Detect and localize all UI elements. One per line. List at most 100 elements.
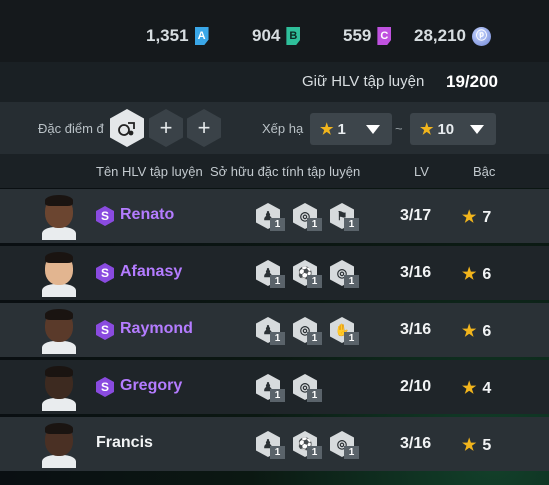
- trait-level: 1: [307, 275, 322, 288]
- plus-icon: +: [197, 115, 211, 140]
- coach-name: Gregory: [120, 377, 183, 394]
- column-header-lv[interactable]: LV: [414, 164, 429, 179]
- coach-rank: ★ 6: [462, 264, 491, 284]
- add-trait-filter-button-1[interactable]: +: [149, 109, 183, 147]
- special-coach-icon: S: [96, 320, 114, 340]
- currency-c-value: 559: [343, 26, 372, 45]
- coach-level: 3/16: [400, 264, 432, 281]
- trait-badge[interactable]: ♟ 1: [256, 317, 285, 345]
- avatar: [42, 308, 76, 354]
- avatar: [42, 194, 76, 240]
- coach-level: 2/10: [400, 378, 432, 395]
- avatar: [42, 365, 76, 411]
- rank-filter-label: Xếp hạ: [262, 121, 304, 136]
- coach-rank-value: 6: [482, 266, 492, 283]
- trait-level: 1: [307, 332, 322, 345]
- trait-badge[interactable]: ✋ 1: [330, 317, 359, 345]
- trait-level: 1: [344, 275, 359, 288]
- star-icon: ★: [462, 437, 477, 454]
- star-icon: ★: [462, 266, 477, 283]
- table-row[interactable]: S Renato ♟ 1 ◎ 1 ⚑ 1 3/17 ★ 7: [0, 189, 549, 243]
- coach-rank-value: 6: [482, 323, 492, 340]
- trait-level: 1: [344, 218, 359, 231]
- avatar: [42, 251, 76, 297]
- trait-badge[interactable]: ♟ 1: [256, 374, 285, 402]
- currency-points: 28,210 ⓟ: [414, 26, 491, 46]
- table-row[interactable]: Francis ♟ 1 ⚽ 1 ◎ 1 3/16 ★ 5: [0, 417, 549, 471]
- coach-rank: ★ 7: [462, 207, 491, 227]
- special-coach-icon: S: [96, 206, 114, 226]
- coach-level: 3/16: [400, 435, 432, 452]
- column-header-name[interactable]: Tên HLV tập luyện: [96, 164, 203, 179]
- table-header: Tên HLV tập luyện Sở hữu đặc tính tập lu…: [0, 154, 549, 188]
- table-row[interactable]: S Afanasy ♟ 1 ⚽ 1 ◎ 1 3/16 ★ 6: [0, 246, 549, 300]
- trait-level: 1: [344, 446, 359, 459]
- currency-b: 904 B: [252, 26, 301, 46]
- coach-level: 3/16: [400, 321, 432, 338]
- coach-name: Afanasy: [120, 263, 183, 280]
- trait-badge[interactable]: ◎ 1: [330, 260, 359, 288]
- trait-badge[interactable]: ♟ 1: [256, 431, 285, 459]
- avatar: [42, 422, 76, 468]
- trait-badge[interactable]: ◎ 1: [293, 203, 322, 231]
- trait-level: 1: [270, 218, 285, 231]
- currency-c: 559 C: [343, 26, 392, 46]
- coach-name: Raymond: [120, 320, 193, 337]
- trait-level: 1: [307, 389, 322, 402]
- trait-badge[interactable]: ♟ 1: [256, 260, 285, 288]
- trait-level: 1: [270, 389, 285, 402]
- coach-capacity-label: Giữ HLV tập luyện: [302, 73, 425, 90]
- star-icon: ★: [462, 323, 477, 340]
- coin-icon: ⓟ: [472, 26, 491, 46]
- coach-capacity-bar: Giữ HLV tập luyện 19/200: [0, 62, 549, 102]
- add-trait-filter-button-2[interactable]: +: [187, 109, 221, 147]
- trait-badge[interactable]: ♟ 1: [256, 203, 285, 231]
- currency-a: 1,351 A: [146, 26, 209, 46]
- coach-rank-value: 7: [482, 209, 492, 226]
- currency-b-badge-icon: B: [286, 27, 301, 45]
- table-row[interactable]: S Raymond ♟ 1 ◎ 1 ✋ 1 3/16 ★ 6: [0, 303, 549, 357]
- coach-level: 3/17: [400, 207, 432, 224]
- rank-to-value: 10: [437, 120, 455, 138]
- trait-badge[interactable]: ◎ 1: [293, 317, 322, 345]
- column-header-rank[interactable]: Bậc: [473, 164, 495, 179]
- currency-bar: 1,351 A 904 B 559 C 28,210 ⓟ: [0, 0, 549, 62]
- selected-trait-filter[interactable]: [110, 109, 144, 147]
- star-icon: ★: [320, 121, 334, 138]
- trait-badge[interactable]: ◎ 1: [330, 431, 359, 459]
- trait-badge[interactable]: ◎ 1: [293, 374, 322, 402]
- coach-rank: ★ 4: [462, 378, 491, 398]
- plus-icon: +: [159, 115, 173, 140]
- trait-badge[interactable]: ⚽ 1: [293, 431, 322, 459]
- filter-bar: Đặc điểm đ + + Xếp hạ ★ 1 ~ ★ 10: [0, 102, 549, 154]
- rank-from-value: 1: [337, 120, 346, 138]
- range-separator: ~: [395, 121, 403, 136]
- coach-rank: ★ 5: [462, 435, 491, 455]
- coach-capacity-count: 19/200: [446, 72, 498, 91]
- chevron-down-icon: [366, 125, 380, 134]
- trait-level: 1: [270, 446, 285, 459]
- coach-rank-value: 5: [482, 437, 492, 454]
- trait-badge[interactable]: ⚽ 1: [293, 260, 322, 288]
- rank-from-dropdown[interactable]: ★ 1: [310, 113, 392, 145]
- trait-badge[interactable]: ⚑ 1: [330, 203, 359, 231]
- trait-level: 1: [270, 332, 285, 345]
- star-icon: ★: [462, 209, 477, 226]
- star-icon: ★: [462, 380, 477, 397]
- dribble-trait-icon: [118, 122, 135, 136]
- special-coach-icon: S: [96, 377, 114, 397]
- star-icon: ★: [420, 121, 434, 138]
- column-header-traits[interactable]: Sở hữu đặc tính tập luyện: [210, 164, 360, 179]
- rank-to-dropdown[interactable]: ★ 10: [410, 113, 496, 145]
- trait-level: 1: [307, 446, 322, 459]
- coach-name: Renato: [120, 206, 175, 223]
- trait-level: 1: [270, 275, 285, 288]
- table-row[interactable]: S Gregory ♟ 1 ◎ 1 2/10 ★ 4: [0, 360, 549, 414]
- trait-level: 1: [344, 332, 359, 345]
- coach-rank: ★ 6: [462, 321, 491, 341]
- trait-level: 1: [307, 218, 322, 231]
- currency-a-value: 1,351: [146, 26, 189, 45]
- currency-a-badge-icon: A: [194, 27, 209, 45]
- currency-c-badge-icon: C: [377, 27, 392, 45]
- currency-b-value: 904: [252, 26, 281, 45]
